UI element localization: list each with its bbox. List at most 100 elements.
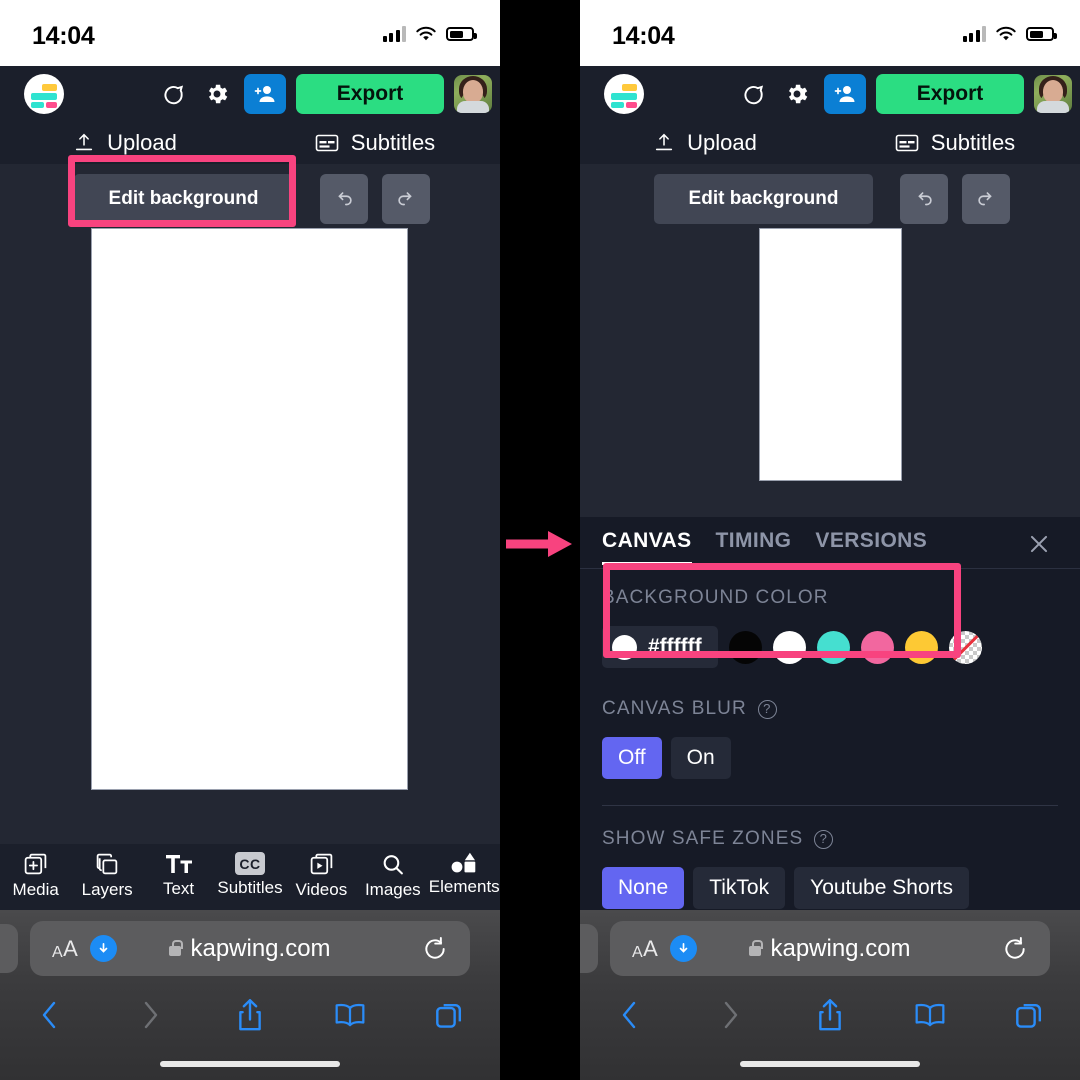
swatch-yellow[interactable] xyxy=(904,630,938,664)
safari-address-bar[interactable]: AA kapwing.com xyxy=(610,921,1050,976)
forward-button[interactable] xyxy=(100,998,200,1032)
properties-tabbar: CANVAS TIMING VERSIONS xyxy=(580,517,1080,569)
hex-value: #ffffff xyxy=(648,635,702,658)
current-color-dot xyxy=(612,634,637,660)
tab-versions[interactable]: VERSIONS xyxy=(815,529,927,556)
tab-upload-label: Upload xyxy=(687,130,757,155)
tab-subtitles[interactable]: Subtitles xyxy=(830,130,1080,156)
swatch-transparent[interactable] xyxy=(948,630,982,664)
tab-subtitles-label: Subtitles xyxy=(930,130,1016,155)
redo-button[interactable] xyxy=(382,174,430,224)
swatch-white[interactable] xyxy=(772,630,806,664)
kapwing-logo-icon[interactable] xyxy=(24,74,64,114)
cellular-signal-icon xyxy=(962,26,986,42)
safe-zone-option-youtube[interactable]: Youtube Shorts xyxy=(794,867,969,909)
search-icon xyxy=(383,855,404,875)
redo-button[interactable] xyxy=(962,174,1010,224)
edit-background-button[interactable]: Edit background xyxy=(74,174,293,224)
share-icon xyxy=(819,999,841,1031)
comment-bubble-icon[interactable] xyxy=(158,79,188,109)
tab-upload[interactable]: Upload xyxy=(580,130,830,156)
add-person-icon[interactable] xyxy=(824,74,866,114)
dock-item-label: Images xyxy=(364,880,421,899)
hex-color-field[interactable]: #ffffff xyxy=(602,626,718,668)
background-color-swatches: #ffffff xyxy=(602,626,1058,668)
tab-timing[interactable]: TIMING xyxy=(716,529,792,556)
bookmarks-button[interactable] xyxy=(300,1000,400,1030)
swatch-teal[interactable] xyxy=(816,630,850,664)
battery-icon xyxy=(446,27,477,41)
swatch-pink[interactable] xyxy=(860,630,894,664)
subtitles-icon xyxy=(895,134,919,152)
undo-redo-group xyxy=(900,174,1010,224)
tabs-button[interactable] xyxy=(980,1000,1080,1030)
safe-zone-option-none[interactable]: None xyxy=(602,867,685,909)
book-icon xyxy=(915,1003,945,1027)
upload-subtitles-tabstrip: Upload Subtitles xyxy=(580,122,1080,164)
gear-icon[interactable] xyxy=(782,79,812,109)
close-icon[interactable] xyxy=(1024,529,1054,559)
back-button[interactable] xyxy=(580,998,680,1032)
swatch-black[interactable] xyxy=(728,630,762,664)
canvas-blur-option-on[interactable]: On xyxy=(670,737,731,779)
dock-item-layers[interactable]: Layers xyxy=(71,852,142,900)
user-avatar[interactable] xyxy=(454,75,492,113)
share-icon xyxy=(239,999,261,1031)
canvas-blur-option-off[interactable]: Off xyxy=(602,737,662,779)
help-circle-icon[interactable]: ? xyxy=(757,699,777,719)
undo-button[interactable] xyxy=(320,174,368,224)
dock-item-label: Media xyxy=(12,880,59,899)
tab-upload-label: Upload xyxy=(107,130,177,155)
tab-subtitles[interactable]: Subtitles xyxy=(250,130,500,156)
add-person-icon[interactable] xyxy=(244,74,286,114)
upload-icon xyxy=(656,133,673,151)
dock-item-text[interactable]: Text xyxy=(143,852,214,899)
dock-item-subtitles[interactable]: CC Subtitles xyxy=(214,852,285,898)
export-button[interactable]: Export xyxy=(876,74,1024,114)
adjacent-tab-peek[interactable] xyxy=(580,924,598,973)
dock-item-elements[interactable]: Elements xyxy=(429,852,500,897)
app-header: Export xyxy=(580,66,1080,122)
forward-button[interactable] xyxy=(680,998,780,1032)
background-color-section: BACKGROUND COLOR #ffffff xyxy=(580,569,1080,668)
safari-nav-row xyxy=(580,982,1080,1048)
phone-screenshot-before: 14:04 Export Upload Subtitles Edit backg… xyxy=(0,0,500,1080)
edit-background-button[interactable]: Edit background xyxy=(654,174,873,224)
status-bar-clock: 14:04 xyxy=(32,22,95,50)
tabs-icon xyxy=(436,1003,462,1028)
help-circle-icon[interactable]: ? xyxy=(814,829,834,849)
gear-icon[interactable] xyxy=(202,79,232,109)
app-header: Export xyxy=(0,66,500,122)
tab-upload[interactable]: Upload xyxy=(0,130,250,156)
dock-item-videos[interactable]: Videos xyxy=(286,852,357,900)
bookmarks-button[interactable] xyxy=(880,1000,980,1030)
editor-toolbar: Edit background xyxy=(580,164,1080,234)
reload-icon[interactable] xyxy=(1002,936,1028,962)
reload-icon[interactable] xyxy=(422,936,448,962)
safari-address-bar[interactable]: AA kapwing.com xyxy=(30,921,470,976)
canvas-blur-section: CANVAS BLUR ? Off On xyxy=(580,668,1080,779)
bottom-tool-dock: Media Layers Text CC Subtitles Videos Im… xyxy=(0,844,500,910)
back-button[interactable] xyxy=(0,998,100,1032)
canvas-blur-options: Off On xyxy=(602,737,1058,779)
redo-arrow-icon xyxy=(978,192,992,206)
lock-icon xyxy=(749,939,763,956)
adjacent-tab-peek[interactable] xyxy=(0,924,18,973)
video-canvas[interactable] xyxy=(760,229,901,480)
lock-icon xyxy=(169,939,183,956)
user-avatar[interactable] xyxy=(1034,75,1072,113)
comment-bubble-icon[interactable] xyxy=(738,79,768,109)
safe-zone-option-tiktok[interactable]: TikTok xyxy=(693,867,786,909)
video-canvas[interactable] xyxy=(92,229,407,789)
kapwing-logo-icon[interactable] xyxy=(604,74,644,114)
share-button[interactable] xyxy=(200,998,300,1032)
url-text: kapwing.com xyxy=(770,934,911,962)
dock-item-images[interactable]: Images xyxy=(357,852,428,900)
tab-canvas[interactable]: CANVAS xyxy=(602,529,692,565)
safari-nav-row xyxy=(0,982,500,1048)
tabs-button[interactable] xyxy=(400,1000,500,1030)
dock-item-media[interactable]: Media xyxy=(0,852,71,900)
export-button[interactable]: Export xyxy=(296,74,444,114)
undo-button[interactable] xyxy=(900,174,948,224)
share-button[interactable] xyxy=(780,998,880,1032)
